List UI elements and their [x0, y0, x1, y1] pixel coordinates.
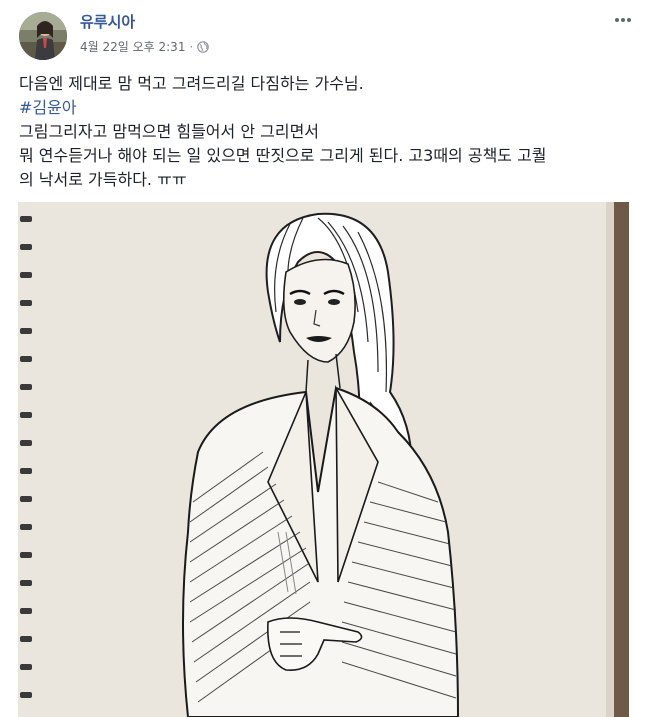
post-timestamp[interactable]: 4월 22일 오후 2:31 — [80, 38, 185, 55]
feed-post: 유루시아 4월 22일 오후 2:31 · 다음엔 제대로 맘 먹고 그려드리길… — [0, 0, 647, 717]
sketch-drawing-image — [18, 202, 629, 717]
post-meta: 4월 22일 오후 2:31 · — [80, 38, 210, 55]
post-text-line: 다음엔 제대로 맘 먹고 그려드리길 다짐하는 가수님. — [19, 74, 364, 93]
post-text-line: 뭐 연수듣거나 해야 되는 일 있으면 딴짓으로 그리게 된다. 고3때의 공책… — [19, 146, 547, 165]
post-text-line: 그림그리자고 맘먹으면 힘들어서 안 그리면서 — [19, 122, 320, 141]
post-text-line: 의 낙서로 가득하다. ㅠㅠ — [19, 170, 187, 189]
post-author-name[interactable]: 유루시아 — [80, 11, 135, 32]
post-text: 다음엔 제대로 맘 먹고 그려드리길 다짐하는 가수님. #김윤아 그림그리자고… — [19, 72, 639, 192]
avatar-image — [19, 12, 67, 60]
avatar[interactable] — [19, 12, 67, 60]
globe-icon[interactable] — [197, 40, 210, 53]
meta-separator: · — [189, 39, 194, 54]
hashtag-link[interactable]: #김윤아 — [19, 96, 639, 120]
more-options-icon[interactable] — [611, 10, 635, 30]
post-photo[interactable] — [18, 202, 629, 717]
